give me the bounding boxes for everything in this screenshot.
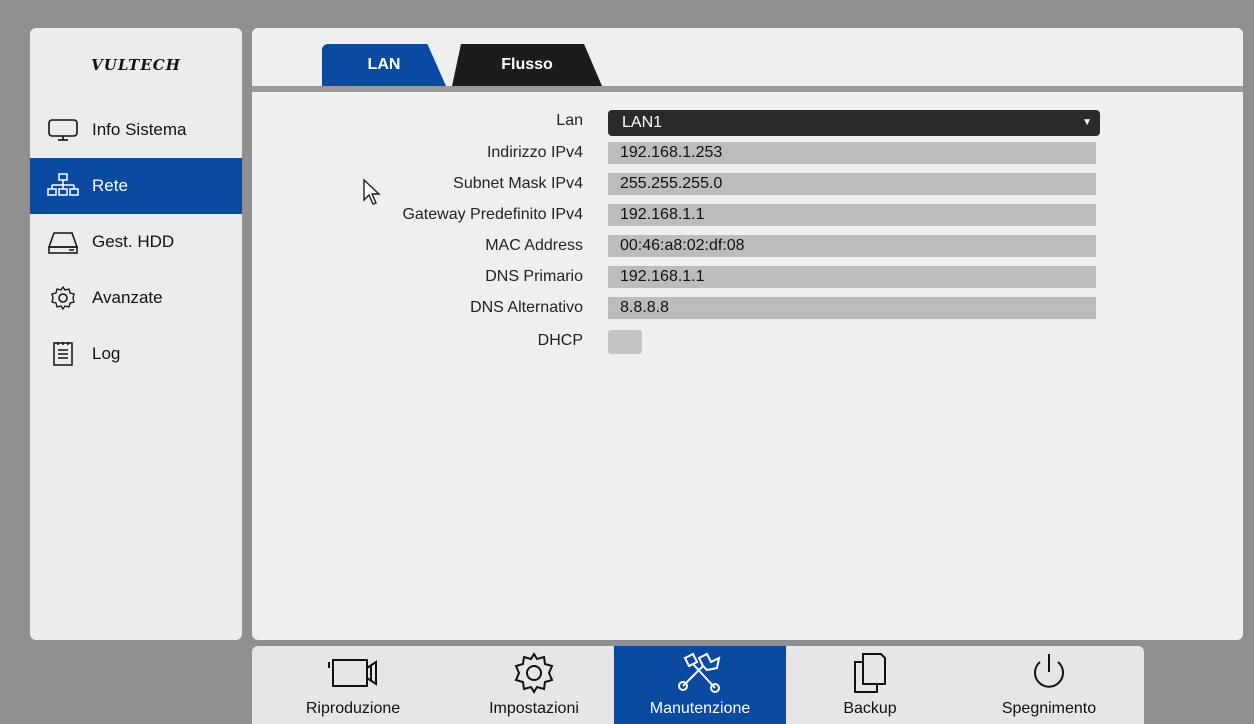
row-gateway: Gateway Predefinito IPv4 192.168.1.1 <box>252 204 1243 228</box>
tools-icon <box>678 652 721 693</box>
log-icon <box>46 340 80 368</box>
hdd-icon <box>46 228 80 256</box>
subnet-field[interactable]: 255.255.255.0 <box>608 173 1096 195</box>
bottom-toolbar: Riproduzione Impostazioni Manutenzione B… <box>252 646 1144 724</box>
chevron-down-icon: ▼ <box>1082 117 1092 128</box>
dns1-field[interactable]: 192.168.1.1 <box>608 266 1096 288</box>
sidebar-item-avanzate[interactable]: Avanzate <box>30 270 242 326</box>
toolbar-label: Impostazioni <box>489 700 579 717</box>
copy-icon <box>854 653 886 693</box>
lan-label: Lan <box>556 112 583 129</box>
ipv4-label: Indirizzo IPv4 <box>486 144 583 161</box>
gateway-label: Gateway Predefinito IPv4 <box>402 206 583 223</box>
dns1-label: DNS Primario <box>485 268 583 285</box>
gateway-field[interactable]: 192.168.1.1 <box>608 204 1096 226</box>
toolbar-backup[interactable]: Backup <box>786 646 954 724</box>
network-settings-panel: LAN Flusso Lan LAN1 ▼ Indirizzo IPv4 192… <box>252 28 1243 640</box>
sidebar-item-gest-hdd[interactable]: Gest. HDD <box>30 214 242 270</box>
vultech-logo: VULTECH <box>91 56 181 74</box>
ipv4-field[interactable]: 192.168.1.253 <box>608 142 1096 164</box>
gear-icon <box>46 284 80 312</box>
sidebar-item-label: Avanzate <box>92 288 163 307</box>
toolbar-label: Manutenzione <box>649 700 751 717</box>
row-subnet: Subnet Mask IPv4 255.255.255.0 <box>252 173 1243 197</box>
row-dns1: DNS Primario 192.168.1.1 <box>252 266 1243 290</box>
sidebar-item-label: Rete <box>92 176 128 195</box>
toolbar-label: Spegnimento <box>1001 700 1097 717</box>
sidebar-item-info-sistema[interactable]: Info Sistema <box>30 102 242 158</box>
sidebar: VULTECH Info Sistema Rete Gest. HDD Avan… <box>30 28 242 640</box>
sidebar-item-label: Gest. HDD <box>92 232 175 251</box>
row-dhcp: DHCP <box>252 330 1243 354</box>
toolbar-riproduzione[interactable]: Riproduzione <box>252 646 454 724</box>
row-dns2: DNS Alternativo 8.8.8.8 <box>252 297 1243 321</box>
mac-field[interactable]: 00:46:a8:02:df:08 <box>608 235 1096 257</box>
toolbar-label: Backup <box>843 700 897 717</box>
sidebar-item-rete[interactable]: Rete <box>30 158 242 214</box>
gear-icon <box>514 652 554 694</box>
sidebar-item-label: Log <box>92 344 121 363</box>
tab-lan[interactable]: LAN <box>322 44 446 86</box>
dhcp-label: DHCP <box>537 332 583 349</box>
dns2-label: DNS Alternativo <box>470 299 583 316</box>
row-mac: MAC Address 00:46:a8:02:df:08 <box>252 235 1243 259</box>
toolbar-impostazioni[interactable]: Impostazioni <box>454 646 614 724</box>
tab-bar: LAN Flusso <box>252 28 1243 92</box>
mac-label: MAC Address <box>485 237 583 254</box>
camera-icon <box>328 659 377 687</box>
toolbar-spegnimento[interactable]: Spegnimento <box>954 646 1144 724</box>
dns2-field[interactable]: 8.8.8.8 <box>608 297 1096 319</box>
dhcp-checkbox[interactable] <box>608 330 642 354</box>
lan-select-value: LAN1 <box>622 114 663 131</box>
sidebar-item-label: Info Sistema <box>92 120 187 139</box>
row-ipv4: Indirizzo IPv4 192.168.1.253 <box>252 142 1243 166</box>
tab-flusso[interactable]: Flusso <box>452 44 602 86</box>
toolbar-label: Riproduzione <box>305 700 401 717</box>
mouse-cursor-icon <box>363 178 381 205</box>
row-lan: Lan LAN1 ▼ <box>252 110 1243 136</box>
network-icon <box>46 172 80 200</box>
monitor-icon <box>46 116 80 144</box>
lan-select[interactable]: LAN1 ▼ <box>608 110 1100 136</box>
subnet-label: Subnet Mask IPv4 <box>453 175 583 192</box>
power-icon <box>1034 654 1064 688</box>
sidebar-item-log[interactable]: Log <box>30 326 242 382</box>
tab-underline <box>252 86 1243 92</box>
toolbar-manutenzione[interactable]: Manutenzione <box>614 646 786 724</box>
